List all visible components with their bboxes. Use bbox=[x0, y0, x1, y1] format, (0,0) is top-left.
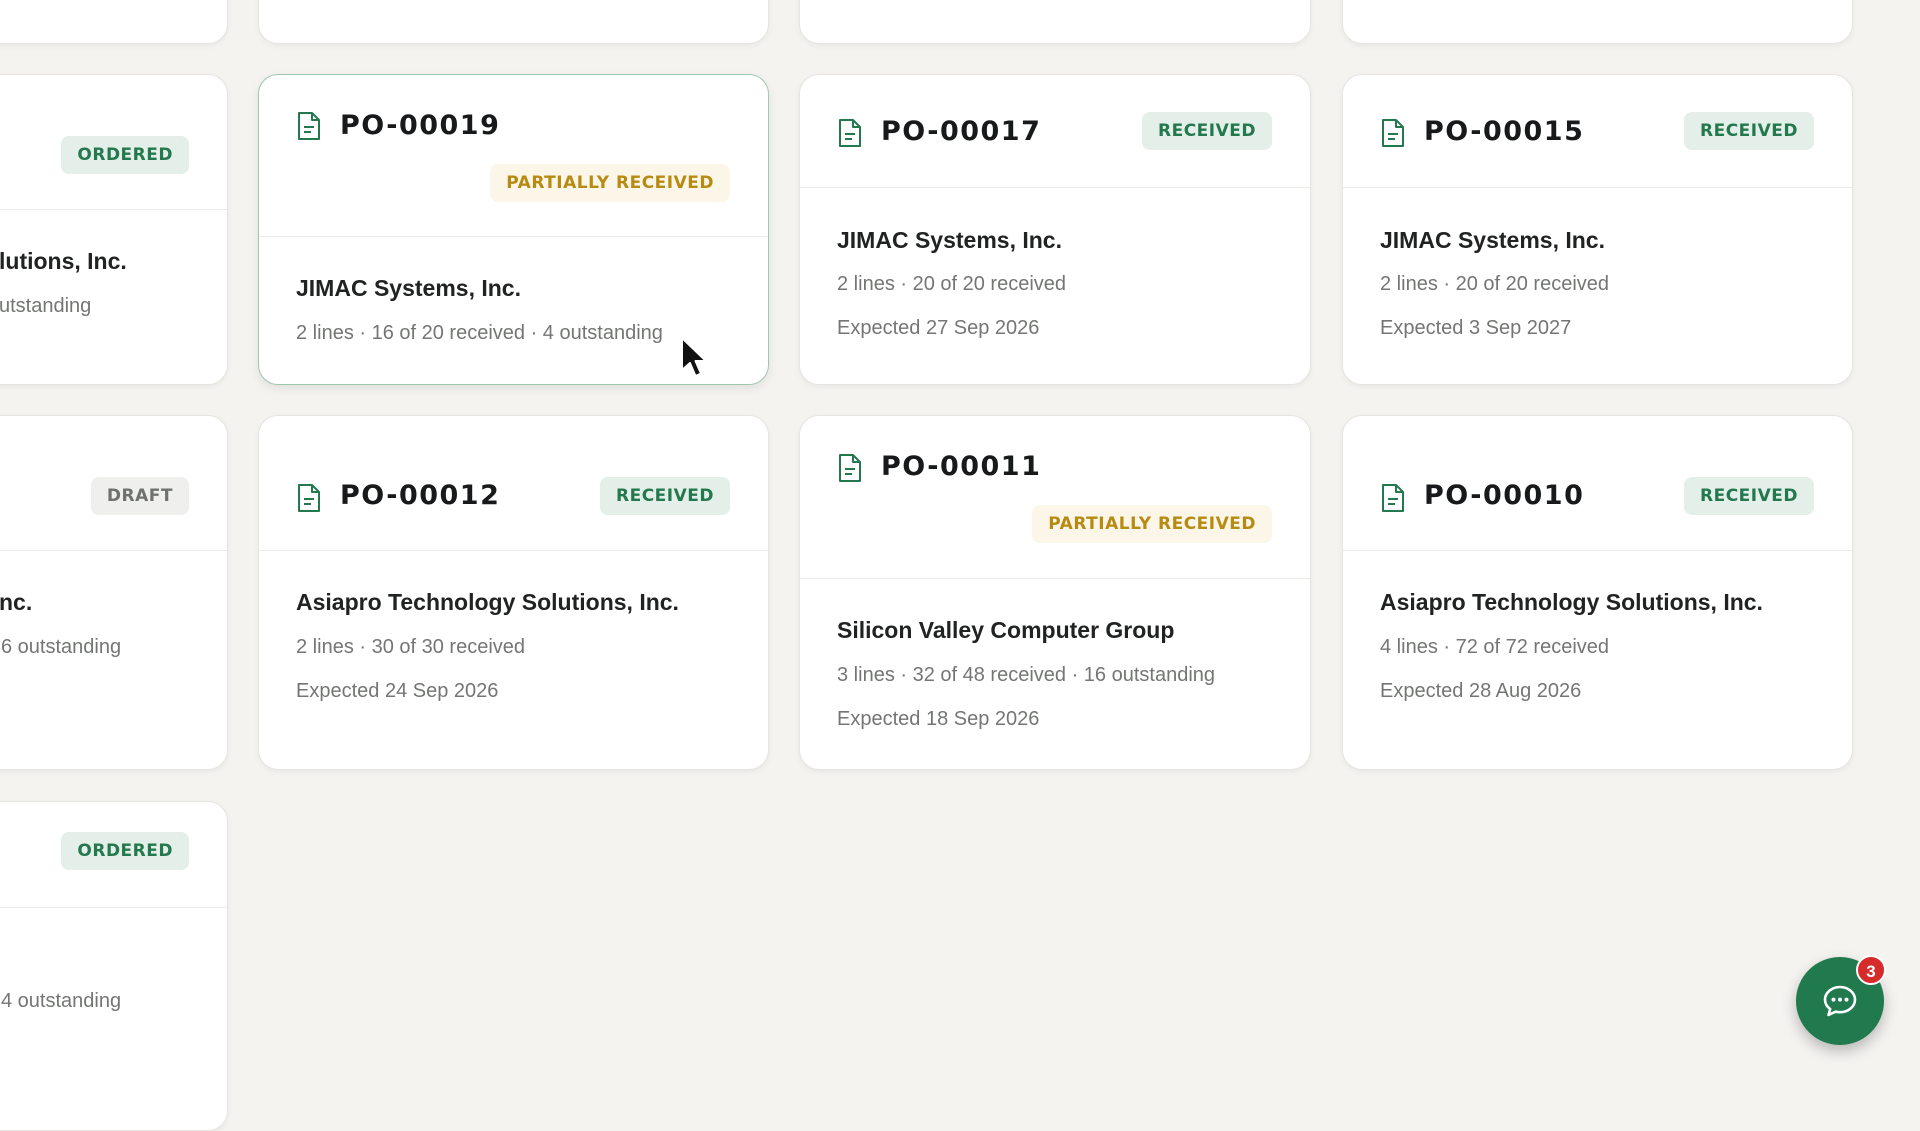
vendor-name: nc. bbox=[0, 589, 33, 615]
vendor-name: Asiapro Technology Solutions, Inc. bbox=[296, 589, 679, 615]
receipt-summary: 2 lines · 16 of 20 received · 4 outstand… bbox=[296, 322, 663, 344]
receipt-summary: 2 lines · 20 of 20 received bbox=[837, 273, 1067, 295]
receipt-summary: 4 lines · 72 of 72 received bbox=[1380, 636, 1610, 658]
po-card-left-1[interactable]: ORDERED lutions, Inc. utstanding bbox=[0, 74, 228, 385]
po-card-partial-top[interactable] bbox=[799, 0, 1311, 44]
po-number: PO-00011 bbox=[881, 451, 1042, 482]
po-card[interactable]: PO-00012 RECEIVED Asiapro Technology Sol… bbox=[258, 415, 769, 770]
expected-date: Expected 18 Sep 2026 bbox=[837, 708, 1040, 730]
po-number: PO-00012 bbox=[340, 480, 501, 511]
status-badge: PARTIALLY RECEIVED bbox=[1032, 505, 1272, 543]
po-card[interactable]: PO-00011 PARTIALLY RECEIVED Silicon Vall… bbox=[799, 415, 1311, 770]
receipt-summary: 2 lines · 30 of 30 received bbox=[296, 636, 526, 658]
expected-date: Expected 24 Sep 2026 bbox=[296, 680, 499, 702]
status-badge: RECEIVED bbox=[600, 477, 730, 515]
chat-bubble-icon bbox=[1823, 985, 1857, 1017]
vendor-name: JIMAC Systems, Inc. bbox=[296, 275, 521, 301]
status-badge: RECEIVED bbox=[1684, 112, 1814, 150]
expected-date: Expected 27 Sep 2026 bbox=[837, 317, 1040, 339]
expected-date: Expected 28 Aug 2026 bbox=[1380, 680, 1582, 702]
po-card-left-2[interactable]: DRAFT nc. 6 outstanding bbox=[0, 415, 228, 770]
status-badge: PARTIALLY RECEIVED bbox=[490, 164, 730, 202]
po-card[interactable]: PO-00017 RECEIVED JIMAC Systems, Inc. 2 … bbox=[799, 74, 1311, 385]
po-number: PO-00015 bbox=[1424, 116, 1585, 147]
vendor-name: Asiapro Technology Solutions, Inc. bbox=[1380, 589, 1763, 615]
po-number: PO-00019 bbox=[340, 110, 501, 141]
document-icon bbox=[1380, 483, 1406, 513]
document-icon bbox=[1380, 118, 1406, 148]
notification-badge: 3 bbox=[1856, 955, 1886, 985]
mouse-cursor-icon bbox=[681, 337, 707, 377]
status-badge: ORDERED bbox=[61, 136, 189, 174]
status-badge: DRAFT bbox=[90, 477, 189, 515]
po-card-partial-top[interactable] bbox=[0, 0, 228, 44]
status-badge: RECEIVED bbox=[1684, 477, 1814, 515]
receipt-summary: utstanding bbox=[0, 295, 92, 317]
expected-date: Expected 3 Sep 2027 bbox=[1380, 317, 1572, 339]
vendor-name: lutions, Inc. bbox=[0, 248, 127, 274]
receipt-summary: 3 lines · 32 of 48 received · 16 outstan… bbox=[837, 664, 1216, 686]
receipt-summary: 2 lines · 20 of 20 received bbox=[1380, 273, 1610, 295]
po-card-partial-top[interactable] bbox=[1342, 0, 1853, 44]
document-icon bbox=[837, 118, 863, 148]
vendor-name: Silicon Valley Computer Group bbox=[837, 617, 1175, 643]
receipt-summary: 4 outstanding bbox=[1, 990, 122, 1012]
po-number: PO-00017 bbox=[881, 116, 1042, 147]
status-badge: RECEIVED bbox=[1142, 112, 1272, 150]
document-icon bbox=[837, 453, 863, 483]
document-icon bbox=[296, 111, 322, 141]
vendor-name: JIMAC Systems, Inc. bbox=[1380, 227, 1605, 253]
status-badge: ORDERED bbox=[61, 832, 189, 870]
document-icon bbox=[296, 483, 322, 513]
po-card[interactable]: PO-00015 RECEIVED JIMAC Systems, Inc. 2 … bbox=[1342, 74, 1853, 385]
po-number: PO-00010 bbox=[1424, 480, 1585, 511]
po-card[interactable]: PO-00010 RECEIVED Asiapro Technology Sol… bbox=[1342, 415, 1853, 770]
po-card-left-3[interactable]: ORDERED 4 outstanding bbox=[0, 801, 228, 1131]
vendor-name: JIMAC Systems, Inc. bbox=[837, 227, 1062, 253]
receipt-summary: 6 outstanding bbox=[1, 636, 122, 658]
po-card-partial-top[interactable] bbox=[258, 0, 769, 44]
